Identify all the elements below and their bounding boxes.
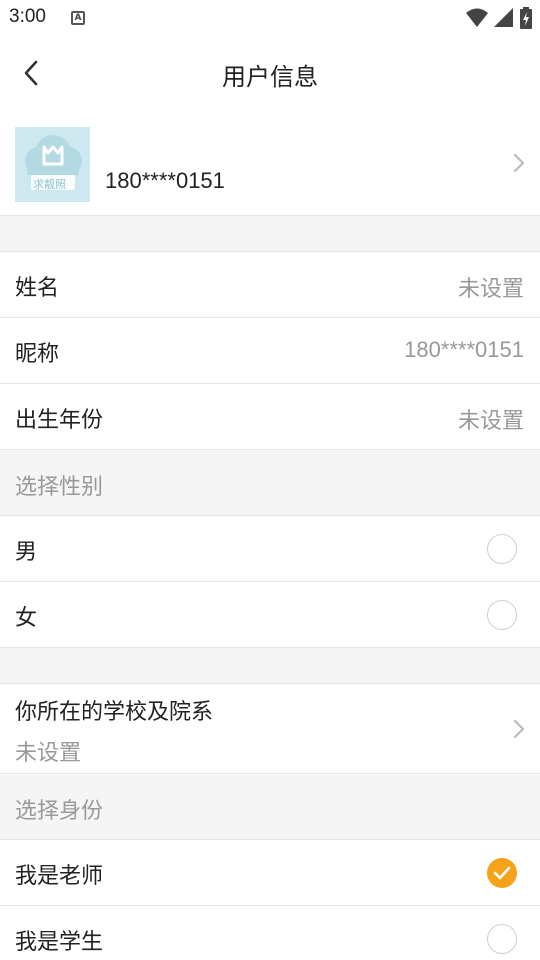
info-row-birth-year[interactable]: 出生年份 未设置 bbox=[0, 384, 540, 450]
identity-option-label: 我是老师 bbox=[15, 864, 104, 889]
radio-checked-icon[interactable] bbox=[487, 858, 517, 888]
radio-unchecked-icon[interactable] bbox=[487, 600, 517, 630]
profile-row[interactable]: 求靓照 180****0151 bbox=[0, 112, 540, 216]
radio-unchecked-icon[interactable] bbox=[487, 924, 517, 954]
info-row-nickname[interactable]: 昵称 180****0151 bbox=[0, 318, 540, 384]
info-row-value: 未设置 bbox=[457, 276, 524, 301]
profile-phone: 180****0151 bbox=[105, 168, 225, 193]
info-row-value: 180****0151 bbox=[404, 337, 524, 362]
gender-option-female[interactable]: 女 bbox=[0, 582, 540, 648]
identity-option-student[interactable]: 我是学生 bbox=[0, 906, 540, 960]
cellular-signal-icon bbox=[494, 8, 513, 27]
info-row-label: 姓名 bbox=[15, 276, 60, 301]
notification-icon: A bbox=[71, 11, 85, 25]
identity-option-teacher[interactable]: 我是老师 bbox=[0, 840, 540, 906]
gender-option-male[interactable]: 男 bbox=[0, 516, 540, 582]
battery-charging-icon bbox=[520, 7, 532, 29]
info-row-value: 未设置 bbox=[457, 408, 524, 433]
status-bar: 3:00 A bbox=[0, 0, 540, 36]
section-gap bbox=[0, 648, 540, 684]
info-row-label: 出生年份 bbox=[15, 408, 104, 433]
gender-section-header: 选择性别 bbox=[0, 450, 540, 516]
avatar[interactable]: 求靓照 bbox=[15, 127, 90, 202]
identity-header-text: 选择身份 bbox=[15, 799, 104, 824]
info-row-name[interactable]: 姓名 未设置 bbox=[0, 252, 540, 318]
gender-header-text: 选择性别 bbox=[15, 475, 104, 500]
app-bar: 用户信息 bbox=[0, 36, 540, 112]
section-gap bbox=[0, 216, 540, 252]
school-label: 你所在的学校及院系 bbox=[15, 700, 214, 725]
school-row[interactable]: 你所在的学校及院系 未设置 bbox=[0, 684, 540, 774]
status-time: 3:00 bbox=[9, 6, 46, 27]
status-icons bbox=[466, 7, 532, 29]
school-value: 未设置 bbox=[15, 741, 82, 766]
identity-option-label: 我是学生 bbox=[15, 930, 104, 955]
checkmark-icon bbox=[493, 866, 511, 880]
page-title: 用户信息 bbox=[222, 63, 318, 91]
gender-option-label: 女 bbox=[15, 606, 38, 631]
gender-option-label: 男 bbox=[15, 540, 38, 565]
radio-unchecked-icon[interactable] bbox=[487, 534, 517, 564]
identity-section-header: 选择身份 bbox=[0, 774, 540, 840]
wifi-icon bbox=[466, 8, 488, 27]
info-row-label: 昵称 bbox=[15, 342, 60, 367]
chevron-right-icon bbox=[513, 153, 525, 173]
chevron-right-icon bbox=[513, 719, 525, 739]
avatar-text: 求靓照 bbox=[33, 178, 66, 191]
